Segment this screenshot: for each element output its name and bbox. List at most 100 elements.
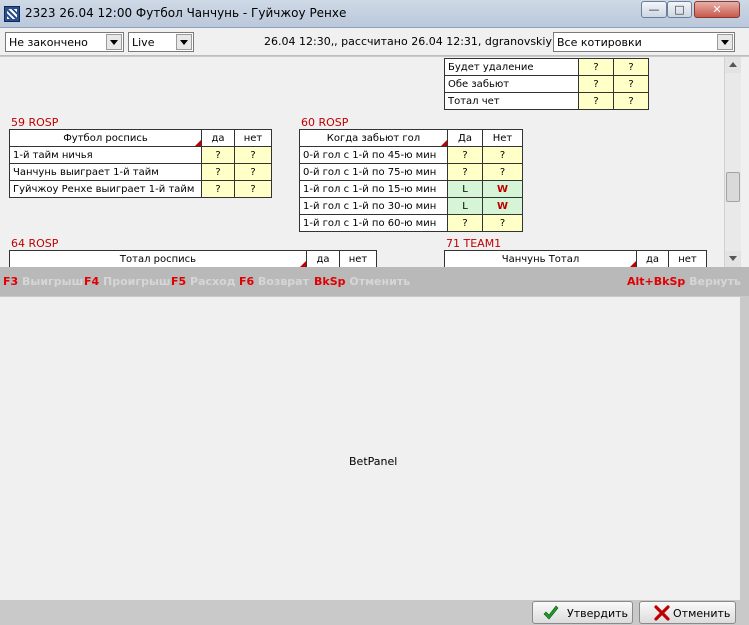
row-label: Будет удаление (444, 58, 579, 76)
scroll-up-icon[interactable] (725, 57, 741, 73)
market-title-60: 60 ROSP (301, 116, 349, 129)
column-header-no: Нет (482, 129, 523, 147)
odds-cell[interactable]: ? (482, 214, 523, 232)
result-cell-win[interactable]: W (482, 197, 523, 215)
bet-panel: BetPanel (0, 297, 740, 600)
scroll-down-icon[interactable] (725, 251, 741, 267)
odds-cell[interactable]: ? (613, 92, 649, 110)
hotkey-refund[interactable]: F6 Возврат (239, 275, 309, 288)
odds-cell[interactable]: ? (578, 92, 614, 110)
odds-filter-value: Все котировки (557, 36, 642, 49)
odds-cell[interactable]: ? (613, 75, 649, 93)
market-table-71: Чанчунь Тотал да нет (444, 250, 707, 267)
cancel-label: Отменить (673, 607, 731, 620)
result-cell-win[interactable]: W (482, 180, 523, 198)
row-label: 1-й гол с 1-й по 15-ю мин (299, 180, 448, 198)
table-header-row: Тотал роспись да нет (9, 250, 377, 267)
market-title-59: 59 ROSP (11, 116, 59, 129)
event-info: 26.04 12:30,, рассчитано 26.04 12:31, dg… (264, 35, 552, 48)
confirm-button[interactable]: Утвердить (532, 601, 633, 624)
right-gap (741, 57, 749, 267)
row-label: 1-й гол с 1-й по 60-ю мин (299, 214, 448, 232)
odds-filter-select[interactable]: Все котировки (553, 32, 735, 52)
odds-cell[interactable]: ? (447, 214, 483, 232)
column-header-market[interactable]: Футбол роспись (9, 129, 202, 147)
maximize-button[interactable]: □ (667, 1, 692, 18)
table-row: 0-й гол с 1-й по 75-ю мин ? ? (299, 163, 523, 181)
cancel-button[interactable]: Отменить (639, 601, 736, 624)
result-cell-lose[interactable]: L (447, 180, 483, 198)
mode-select[interactable]: Live (128, 32, 194, 52)
chevron-down-icon[interactable] (717, 34, 733, 50)
odds-cell[interactable]: ? (613, 58, 649, 76)
scrollbar-thumb[interactable] (726, 172, 740, 202)
odds-cell[interactable]: ? (447, 163, 483, 181)
toolbar: Не закончено Live 26.04 12:30,, рассчита… (0, 28, 749, 56)
row-label: 1-й тайм ничья (9, 146, 202, 164)
market-title-64: 64 ROSP (11, 237, 59, 250)
hotkey-lose[interactable]: F4 Проигрыш (84, 275, 171, 288)
app-icon (4, 6, 20, 22)
table-row: 1-й тайм ничья ? ? (9, 146, 272, 164)
column-header-market[interactable]: Тотал роспись (9, 250, 307, 267)
table-row: Тотал чет ? ? (444, 92, 649, 110)
column-header-yes: да (201, 129, 235, 147)
table-row: Чанчунь выиграет 1-й тайм ? ? (9, 163, 272, 181)
minimize-button[interactable]: — (641, 1, 667, 18)
bottom-bar: Утвердить Отменить (0, 600, 749, 625)
markets-grid: Будет удаление ? ? Обе забьют ? ? Тотал … (0, 57, 724, 267)
column-header-market[interactable]: Чанчунь Тотал (444, 250, 637, 267)
odds-cell[interactable]: ? (482, 146, 523, 164)
market-table-64: Тотал роспись да нет (9, 250, 377, 267)
x-icon (654, 605, 670, 621)
odds-cell[interactable]: ? (578, 75, 614, 93)
column-header-yes: да (636, 250, 669, 267)
column-header-yes: Да (447, 129, 483, 147)
market-table-59: Футбол роспись да нет 1-й тайм ничья ? ?… (9, 129, 272, 198)
column-header-no: нет (339, 250, 377, 267)
row-label: Тотал чет (444, 92, 579, 110)
chevron-down-icon[interactable] (176, 34, 192, 50)
odds-cell[interactable]: ? (201, 163, 235, 181)
table-row: 1-й гол с 1-й по 60-ю мин ? ? (299, 214, 523, 232)
odds-cell[interactable]: ? (447, 146, 483, 164)
table-row: 0-й гол с 1-й по 45-ю мин ? ? (299, 146, 523, 164)
row-label: 0-й гол с 1-й по 45-ю мин (299, 146, 448, 164)
odds-cell[interactable]: ? (201, 180, 235, 198)
hotkey-push[interactable]: F5 Расход (171, 275, 236, 288)
table-header-row: Когда забьют гол Да Нет (299, 129, 523, 147)
hotkey-redo[interactable]: Alt+BkSp Вернуть (627, 275, 741, 288)
close-button[interactable]: ✕ (694, 1, 740, 18)
odds-cell[interactable]: ? (234, 163, 272, 181)
hotkey-undo[interactable]: BkSp Отменить (314, 275, 410, 288)
odds-cell[interactable]: ? (234, 180, 272, 198)
minimize-icon: — (648, 3, 660, 16)
odds-cell[interactable]: ? (482, 163, 523, 181)
row-label: Чанчунь выиграет 1-й тайм (9, 163, 202, 181)
market-table-top: Будет удаление ? ? Обе забьют ? ? Тотал … (444, 58, 649, 110)
column-header-yes: да (306, 250, 340, 267)
table-header-row: Чанчунь Тотал да нет (444, 250, 707, 267)
table-header-row: Футбол роспись да нет (9, 129, 272, 147)
table-row: 1-й гол с 1-й по 30-ю мин L W (299, 197, 523, 215)
row-label: 0-й гол с 1-й по 75-ю мин (299, 163, 448, 181)
table-row: Будет удаление ? ? (444, 58, 649, 76)
table-row: Гуйчжоу Ренхе выиграет 1-й тайм ? ? (9, 180, 272, 198)
title-bar: 2323 26.04 12:00 Футбол Чанчунь - Гуйчжо… (0, 0, 749, 28)
odds-cell[interactable]: ? (201, 146, 235, 164)
status-filter-value: Не закончено (9, 36, 88, 49)
column-header-no: нет (234, 129, 272, 147)
close-icon: ✕ (712, 3, 722, 16)
odds-cell[interactable]: ? (578, 58, 614, 76)
checkmark-icon (543, 605, 559, 620)
status-filter-select[interactable]: Не закончено (5, 32, 124, 52)
odds-cell[interactable]: ? (234, 146, 272, 164)
result-cell-lose[interactable]: L (447, 197, 483, 215)
mode-value: Live (132, 36, 155, 49)
row-label: Обе забьют (444, 75, 579, 93)
vertical-scrollbar[interactable] (724, 57, 741, 267)
column-header-market[interactable]: Когда забьют гол (299, 129, 448, 147)
table-row: Обе забьют ? ? (444, 75, 649, 93)
hotkey-win[interactable]: F3 Выигрыш (3, 275, 83, 288)
chevron-down-icon[interactable] (106, 34, 122, 50)
